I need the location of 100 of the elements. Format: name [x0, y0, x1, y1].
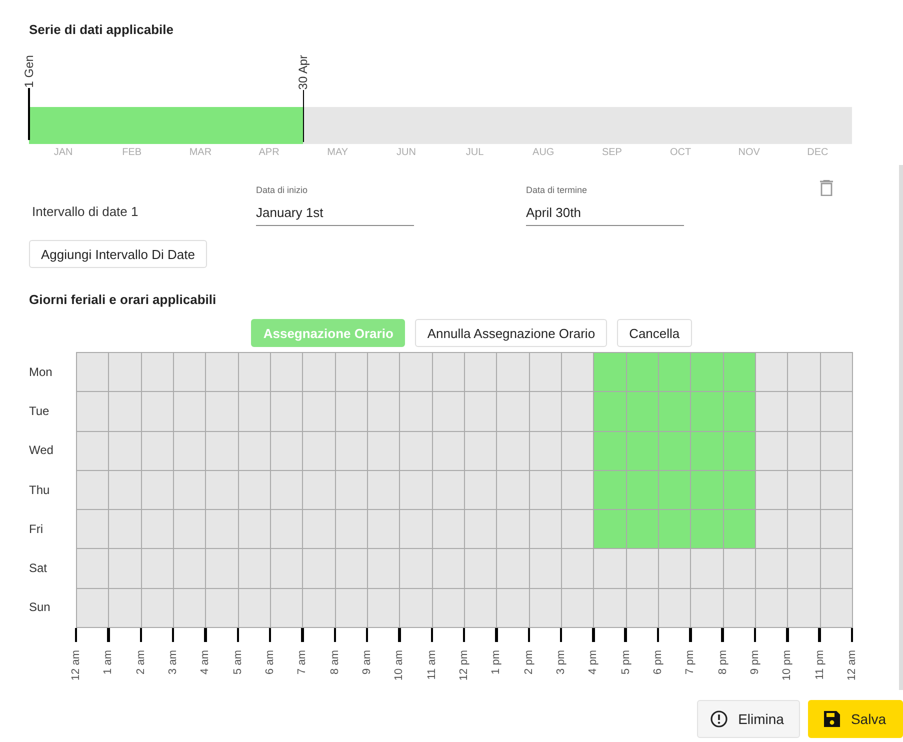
time-slot[interactable]	[238, 509, 271, 550]
time-slot[interactable]	[432, 588, 465, 628]
time-slot[interactable]	[787, 509, 821, 550]
time-slot[interactable]	[205, 509, 239, 550]
time-slot[interactable]	[238, 352, 271, 392]
time-slot[interactable]	[108, 352, 142, 392]
time-slot[interactable]	[754, 509, 788, 550]
time-slot[interactable]	[334, 548, 368, 589]
time-slot[interactable]	[432, 391, 465, 432]
time-slot[interactable]	[399, 430, 433, 471]
time-slot[interactable]	[205, 470, 239, 510]
time-slot[interactable]	[787, 430, 821, 471]
end-date-field[interactable]: Data di termine April 30th	[526, 185, 684, 226]
time-slot[interactable]	[205, 588, 239, 628]
time-slot[interactable]	[76, 391, 110, 432]
time-slot[interactable]	[690, 352, 724, 392]
time-slot[interactable]	[172, 548, 206, 589]
time-slot[interactable]	[366, 548, 400, 589]
time-slot[interactable]	[560, 352, 594, 392]
time-slot[interactable]	[754, 588, 788, 628]
time-slot[interactable]	[76, 548, 110, 589]
time-slot[interactable]	[140, 470, 174, 510]
time-slot[interactable]	[722, 391, 756, 432]
time-slot[interactable]	[108, 391, 142, 432]
time-slot[interactable]	[722, 588, 756, 628]
time-slot[interactable]	[528, 470, 562, 510]
start-date-field[interactable]: Data di inizio January 1st	[256, 185, 414, 226]
time-slot[interactable]	[108, 588, 142, 628]
time-slot[interactable]	[754, 391, 788, 432]
time-slot[interactable]	[140, 588, 174, 628]
time-slot[interactable]	[626, 430, 659, 471]
time-slot[interactable]	[366, 430, 400, 471]
time-slot[interactable]	[626, 588, 659, 628]
schedule-mode-button[interactable]: Cancella	[617, 319, 692, 347]
time-slot[interactable]	[334, 430, 368, 471]
time-slot[interactable]	[464, 352, 498, 392]
time-slot[interactable]	[820, 588, 853, 628]
time-slot[interactable]	[238, 470, 271, 510]
time-slot[interactable]	[464, 548, 498, 589]
time-slot[interactable]	[140, 509, 174, 550]
time-slot[interactable]	[432, 509, 465, 550]
save-button[interactable]: Salva	[808, 700, 903, 738]
time-slot[interactable]	[496, 588, 530, 628]
time-slot[interactable]	[399, 588, 433, 628]
time-slot[interactable]	[399, 548, 433, 589]
time-slot[interactable]	[560, 391, 594, 432]
time-slot[interactable]	[787, 352, 821, 392]
time-slot[interactable]	[270, 391, 304, 432]
time-slot[interactable]	[722, 509, 756, 550]
time-slot[interactable]	[366, 391, 400, 432]
time-slot[interactable]	[205, 548, 239, 589]
time-slot[interactable]	[334, 509, 368, 550]
add-range-button[interactable]: Aggiungi Intervallo Di Date	[29, 240, 207, 268]
time-slot[interactable]	[270, 430, 304, 471]
time-slot[interactable]	[690, 588, 724, 628]
time-slot[interactable]	[399, 352, 433, 392]
time-slot[interactable]	[302, 391, 336, 432]
time-slot[interactable]	[399, 509, 433, 550]
time-slot[interactable]	[302, 509, 336, 550]
time-slot[interactable]	[690, 391, 724, 432]
time-slot[interactable]	[302, 352, 336, 392]
time-slot[interactable]	[238, 588, 271, 628]
time-slot[interactable]	[76, 588, 110, 628]
time-slot[interactable]	[820, 391, 853, 432]
time-slot[interactable]	[820, 548, 853, 589]
time-slot[interactable]	[593, 509, 627, 550]
time-slot[interactable]	[464, 588, 498, 628]
time-slot[interactable]	[820, 470, 853, 510]
time-slot[interactable]	[302, 548, 336, 589]
scrollbar[interactable]	[899, 165, 903, 690]
time-slot[interactable]	[593, 430, 627, 471]
time-slot[interactable]	[787, 470, 821, 510]
time-slot[interactable]	[658, 509, 692, 550]
time-slot[interactable]	[238, 391, 271, 432]
time-slot[interactable]	[238, 548, 271, 589]
time-slot[interactable]	[658, 588, 692, 628]
time-slot[interactable]	[270, 588, 304, 628]
time-slot[interactable]	[172, 391, 206, 432]
time-slot[interactable]	[334, 588, 368, 628]
time-slot[interactable]	[76, 470, 110, 510]
time-slot[interactable]	[626, 548, 659, 589]
time-slot[interactable]	[496, 352, 530, 392]
time-slot[interactable]	[76, 352, 110, 392]
time-slot[interactable]	[464, 430, 498, 471]
time-slot[interactable]	[205, 430, 239, 471]
time-slot[interactable]	[140, 391, 174, 432]
time-slot[interactable]	[528, 391, 562, 432]
schedule-mode-button[interactable]: Annulla Assegnazione Orario	[415, 319, 608, 347]
time-slot[interactable]	[787, 588, 821, 628]
time-slot[interactable]	[528, 509, 562, 550]
time-slot[interactable]	[496, 509, 530, 550]
time-slot[interactable]	[528, 430, 562, 471]
time-slot[interactable]	[432, 352, 465, 392]
time-slot[interactable]	[270, 352, 304, 392]
time-slot[interactable]	[140, 548, 174, 589]
time-slot[interactable]	[722, 430, 756, 471]
time-slot[interactable]	[593, 588, 627, 628]
time-slot[interactable]	[787, 548, 821, 589]
time-slot[interactable]	[528, 352, 562, 392]
time-slot[interactable]	[560, 588, 594, 628]
